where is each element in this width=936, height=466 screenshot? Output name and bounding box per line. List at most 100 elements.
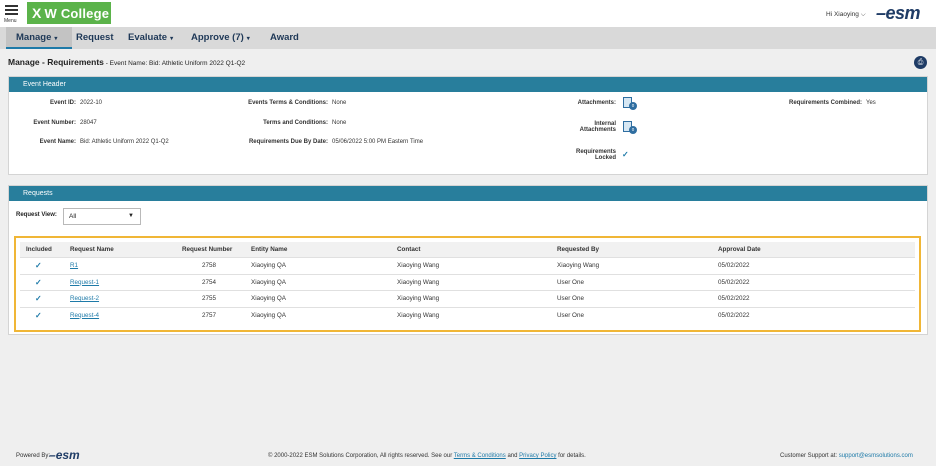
- footer-esm-logo-text: esm: [55, 448, 80, 462]
- hamburger-icon: [5, 5, 18, 7]
- table-row: ✓ Request-4 2757 Xiaoying QA Xiaoying Wa…: [20, 306, 915, 324]
- event-name-value: Bid: Athletic Uniform 2022 Q1-Q2: [80, 139, 169, 145]
- nav-request-label: Request: [76, 32, 114, 43]
- requirements-combined-label: Requirements Combined:: [788, 100, 862, 106]
- hamburger-icon-line: [5, 9, 18, 11]
- request-name-link[interactable]: Request-2: [70, 291, 99, 306]
- col-contact[interactable]: Contact: [397, 242, 420, 257]
- nav-approve[interactable]: Approve (7) ▾: [191, 27, 250, 49]
- included-check-icon: ✓: [35, 294, 42, 303]
- terms-label: Terms and Conditions:: [263, 120, 328, 126]
- chevron-down-icon: ⌵: [860, 11, 866, 18]
- due-date-value: 05/06/2022 5:00 PM Eastern Time: [332, 139, 424, 145]
- caret-down-icon: ▾: [246, 36, 250, 42]
- copyright-and: and: [505, 453, 520, 459]
- check-icon: ✓: [622, 150, 629, 159]
- esm-logo-swoosh: –: [876, 3, 886, 23]
- request-view-value: All: [69, 213, 77, 220]
- request-name-link[interactable]: R1: [70, 258, 78, 273]
- events-terms-field: Events Terms & Conditions: None: [240, 100, 346, 106]
- table-row: ✓ Request-2 2755 Xiaoying QA Xiaoying Wa…: [20, 290, 915, 307]
- nav-manage[interactable]: Manage ▾: [6, 27, 72, 49]
- contact: Xiaoying Wang: [397, 262, 440, 269]
- col-request-name[interactable]: Request Name: [70, 242, 114, 257]
- col-request-number[interactable]: Request Number: [182, 242, 232, 257]
- approval-date: 05/02/2022: [718, 278, 750, 286]
- requested-by: User One: [557, 278, 584, 286]
- request-number: 2755: [202, 295, 217, 302]
- privacy-link[interactable]: Privacy Policy: [519, 453, 556, 459]
- request-name-link[interactable]: Request-1: [70, 275, 99, 290]
- hamburger-icon-line: [5, 13, 18, 15]
- col-requested-by[interactable]: Requested By: [557, 242, 599, 257]
- request-view-select[interactable]: All ▼: [63, 208, 141, 225]
- event-header-panel: Event Header: [8, 76, 928, 175]
- breadcrumb: Manage - Requirements - Event Name: Bid:…: [8, 57, 245, 67]
- print-button[interactable]: ⎙: [914, 56, 927, 69]
- nav-evaluate-label: Evaluate: [128, 32, 168, 43]
- attachments-icon[interactable]: 0: [623, 97, 637, 110]
- caret-down-icon: ▼: [128, 213, 134, 219]
- copyright: © 2000-2022 ESM Solutions Corporation, A…: [268, 453, 586, 459]
- request-view-label: Request View:: [16, 212, 57, 218]
- col-included[interactable]: Included: [26, 242, 52, 257]
- contact: Xiaoying Wang: [397, 278, 440, 286]
- events-terms-value: None: [332, 100, 347, 106]
- event-name-field: Event Name: Bid: Athletic Uniform 2022 Q1…: [20, 139, 169, 145]
- menu-button[interactable]: Menu: [4, 3, 20, 25]
- customer-support: Customer Support at: support@esmsolution…: [780, 453, 913, 459]
- caret-down-icon: ▾: [54, 36, 58, 42]
- support-email-link[interactable]: support@esmsolutions.com: [839, 453, 913, 459]
- user-menu[interactable]: Hi Xiaoying ⌵: [826, 11, 866, 19]
- entity-name: Xiaoying QA: [251, 295, 287, 302]
- nav-manage-label: Manage: [16, 32, 52, 43]
- event-number-label: Event Number:: [33, 120, 76, 126]
- requirements-combined-value: Yes: [866, 100, 876, 106]
- breadcrumb-page: Requirements: [47, 57, 104, 67]
- requests-title: Requests: [9, 186, 927, 201]
- entity-name: Xiaoying QA: [251, 278, 287, 286]
- copyright-post: for details.: [556, 453, 586, 459]
- nav-evaluate[interactable]: Evaluate ▾: [128, 27, 173, 49]
- contact: Xiaoying Wang: [397, 295, 440, 302]
- terms-link[interactable]: Terms & Conditions: [454, 453, 506, 459]
- event-id-field: Event ID: 2022-10: [20, 100, 102, 106]
- internal-attachments-icon[interactable]: 0: [623, 121, 637, 134]
- event-id-label: Event ID:: [49, 100, 76, 106]
- caret-down-icon: ▾: [170, 36, 174, 42]
- attachments-count: 0: [629, 102, 637, 110]
- approval-date: 05/02/2022: [718, 295, 750, 302]
- table-header: Included Request Name Request Number Ent…: [20, 242, 915, 257]
- event-header-title: Event Header: [9, 77, 927, 92]
- entity-name: Xiaoying QA: [251, 262, 287, 269]
- menu-label: Menu: [4, 18, 17, 24]
- printer-icon: ⎙: [917, 59, 924, 66]
- due-date-field: Requirements Due By Date: 05/06/2022 5:00…: [240, 139, 423, 145]
- col-approval-date[interactable]: Approval Date: [718, 242, 761, 257]
- table-row: ✓ R1 2758 Xiaoying QA Xiaoying Wang Xiao…: [20, 257, 915, 274]
- col-entity-name[interactable]: Entity Name: [251, 242, 287, 257]
- footer: Powered By: –esm © 2000-2022 ESM Solutio…: [0, 446, 936, 466]
- request-name-link[interactable]: Request-4: [70, 308, 99, 323]
- main-nav: Manage ▾ Request Evaluate ▾ Approve (7) ▾ A…: [0, 27, 936, 49]
- event-number-field: Event Number: 28047: [20, 120, 96, 126]
- esm-logo: –esm: [876, 3, 921, 24]
- approval-date: 05/02/2022: [718, 262, 750, 269]
- event-name-label: Event Name:: [39, 139, 76, 145]
- requests-table: Included Request Name Request Number Ent…: [20, 242, 915, 323]
- college-logo[interactable]: XW College: [27, 2, 111, 24]
- nav-award[interactable]: Award: [270, 27, 299, 49]
- included-check-icon: ✓: [35, 261, 42, 270]
- requests-table-highlight: Included Request Name Request Number Ent…: [14, 236, 921, 332]
- event-id-value: 2022-10: [80, 100, 103, 106]
- request-number: 2757: [202, 311, 217, 319]
- requirements-locked-label-2: Locked: [594, 155, 616, 161]
- breadcrumb-detail: - Event Name: Bid: Athletic Uniform 2022…: [103, 60, 246, 67]
- request-number: 2754: [202, 278, 217, 286]
- table-row: ✓ Request-1 2754 Xiaoying QA Xiaoying Wa…: [20, 273, 915, 291]
- nav-request[interactable]: Request: [76, 27, 113, 49]
- included-check-icon: ✓: [35, 277, 42, 287]
- included-check-icon: ✓: [35, 310, 42, 320]
- requirements-locked-field: RequirementsLocked: [560, 149, 616, 161]
- esm-logo-text: esm: [885, 3, 921, 23]
